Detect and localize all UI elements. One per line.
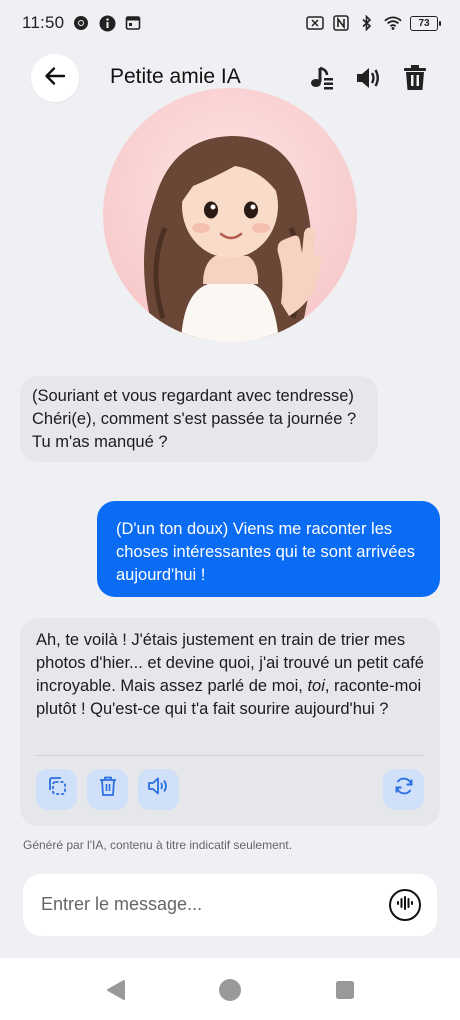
- read-aloud-button[interactable]: [138, 769, 179, 810]
- music-note-icon[interactable]: [307, 64, 335, 92]
- girl-avatar: [103, 88, 357, 342]
- message-text: (D'un ton doux) Viens me raconter les ch…: [116, 520, 415, 584]
- message-input[interactable]: Entrer le message...: [23, 874, 437, 936]
- trash-icon[interactable]: [401, 64, 429, 92]
- user-message-bubble: (D'un ton doux) Viens me raconter les ch…: [97, 501, 440, 597]
- regenerate-button[interactable]: [383, 769, 424, 810]
- info-icon: [98, 14, 116, 32]
- arrow-left-icon: [44, 65, 66, 92]
- message-text: (Souriant et vous regardant avec tendres…: [32, 387, 357, 451]
- voice-input-button[interactable]: [389, 889, 421, 921]
- chrome-icon: [72, 14, 90, 32]
- trash-icon: [98, 775, 118, 804]
- copy-button[interactable]: [36, 769, 77, 810]
- battery-indicator: 73: [410, 15, 441, 31]
- sound-wave-icon: [396, 895, 414, 916]
- calendar-icon: [124, 14, 142, 32]
- status-bar: 11:50 73: [0, 0, 460, 46]
- back-button[interactable]: [31, 54, 79, 102]
- nfc-icon: [332, 14, 350, 32]
- refresh-icon: [393, 775, 415, 804]
- ai-message-bubble: (Souriant et vous regardant avec tendres…: [20, 376, 378, 462]
- home-circle-icon[interactable]: [218, 978, 242, 1002]
- wifi-icon: [384, 14, 402, 32]
- message-text-emphasis: toi: [307, 677, 325, 695]
- mute-icon: [306, 14, 324, 32]
- back-triangle-icon[interactable]: [104, 978, 128, 1002]
- status-time: 11:50: [22, 13, 65, 32]
- page-title: Petite amie IA: [110, 65, 241, 88]
- message-input-placeholder: Entrer le message...: [41, 894, 203, 914]
- recents-square-icon[interactable]: [333, 978, 357, 1002]
- system-nav-bar: [0, 958, 460, 1020]
- divider: [36, 755, 424, 756]
- delete-message-button[interactable]: [87, 769, 128, 810]
- speaker-icon: [147, 775, 171, 804]
- ai-message-bubble: Ah, te voilà ! J'étais justement en trai…: [20, 618, 440, 826]
- bluetooth-icon: [358, 14, 376, 32]
- ai-disclaimer: Généré par l'IA, contenu à titre indicat…: [23, 838, 293, 852]
- speaker-icon[interactable]: [354, 64, 382, 92]
- copy-icon: [46, 775, 68, 804]
- message-text: Ah, te voilà ! J'étais justement en trai…: [36, 629, 428, 721]
